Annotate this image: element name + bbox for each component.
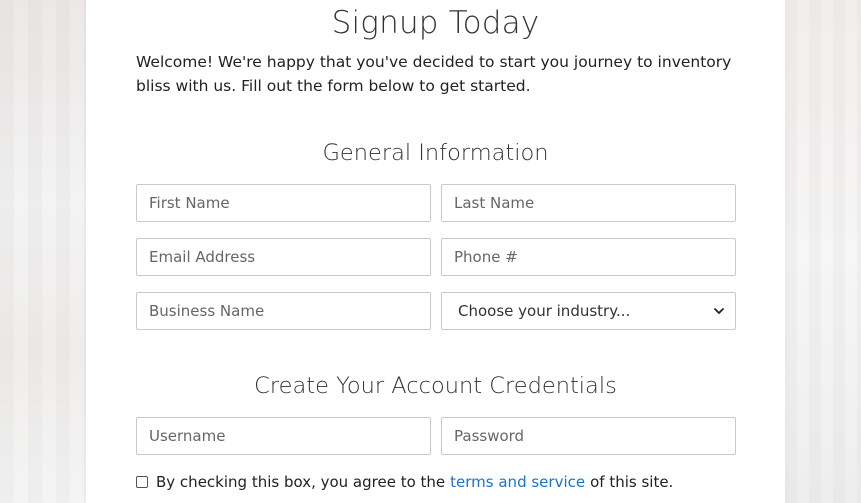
terms-agreement: By checking this box, you agree to the t… <box>136 473 673 491</box>
industry-select[interactable]: Choose your industry... <box>441 292 736 330</box>
agreement-suffix: of this site. <box>590 473 674 491</box>
checkbox-icon[interactable] <box>136 476 148 488</box>
last-name-input[interactable] <box>441 184 736 222</box>
password-input[interactable] <box>441 417 736 455</box>
credentials-heading: Create Your Account Credentials <box>254 373 617 399</box>
first-name-input[interactable] <box>136 184 431 222</box>
email-address-input[interactable] <box>136 238 431 276</box>
agreement-prefix: By checking this box, you agree to the <box>156 473 446 491</box>
page-title: Signup Today <box>331 5 540 41</box>
industry-select-value: Choose your industry... <box>458 302 631 320</box>
general-information-heading: General Information <box>322 140 549 166</box>
business-name-input[interactable] <box>136 292 431 330</box>
username-input[interactable] <box>136 417 431 455</box>
chevron-down-icon <box>714 308 724 314</box>
phone-input[interactable] <box>441 238 736 276</box>
intro-text: Welcome! We're happy that you've decided… <box>136 53 732 95</box>
signup-card: Signup Today Welcome! We're happy that y… <box>86 0 785 503</box>
background-right <box>785 0 861 503</box>
background-left <box>0 0 86 503</box>
terms-link[interactable]: terms and service <box>450 473 585 491</box>
